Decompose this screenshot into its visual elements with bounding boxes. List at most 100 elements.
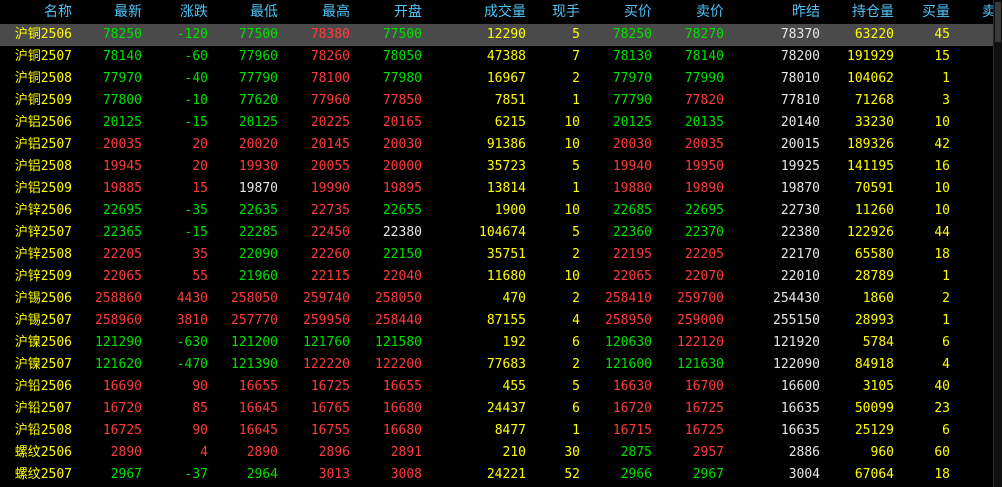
cell-high: 259740 — [303, 291, 350, 306]
cell-open-interest: 104062 — [847, 71, 894, 86]
cell-bid: 22065 — [612, 269, 652, 284]
quote-row[interactable]: 沪锌2509 22065 55 21960 22115 22040 11680 10 22065… — [0, 266, 1002, 288]
cell-high: 22735 — [310, 203, 350, 218]
cell-bid-volume: 1 — [942, 71, 950, 86]
quote-row[interactable]: 沪铝2508 19945 20 19930 20055 20000 35723 5 19940 1… — [0, 156, 1002, 178]
cell-bid: 19940 — [612, 159, 652, 174]
col-header-volume[interactable]: 成交量 — [426, 0, 530, 24]
quote-row[interactable]: 沪锌2508 22205 35 22090 22260 22150 35751 2 22195 2… — [0, 244, 1002, 266]
cell-bid: 2966 — [620, 467, 652, 482]
cell-low: 258050 — [231, 291, 278, 306]
cell-open-interest: 1860 — [862, 291, 894, 306]
quote-row[interactable]: 沪镍2507 121620 -470 121390 122220 122200 77683 2… — [0, 354, 1002, 376]
cell-current-hand: 5 — [572, 379, 580, 394]
cell-change: -40 — [184, 71, 208, 86]
cell-last: 22695 — [102, 203, 142, 218]
col-header-low[interactable]: 最低 — [212, 0, 282, 24]
cell-bid-volume: 4 — [942, 357, 950, 372]
cell-volume: 470 — [502, 291, 526, 306]
quote-row[interactable]: 螺纹2506 2890 4 2890 2896 2891 210 30 2875 2957 2886… — [0, 442, 1002, 464]
cell-last: 78250 — [102, 27, 142, 42]
cell-current-hand: 1 — [572, 93, 580, 108]
cell-last: 22365 — [102, 225, 142, 240]
quote-row[interactable]: 沪铝2506 20125 -15 20125 20225 20165 6215 10 20125… — [0, 112, 1002, 134]
col-header-change[interactable]: 涨跌 — [146, 0, 212, 24]
cell-prev-settle: 77810 — [780, 93, 820, 108]
quote-row[interactable]: 沪铅2506 16690 90 16655 16725 16655 455 5 16630 167… — [0, 376, 1002, 398]
cell-change: -15 — [184, 225, 208, 240]
cell-bid: 121600 — [605, 357, 652, 372]
cell-bid-volume: 6 — [942, 423, 950, 438]
cell-change: 35 — [192, 247, 208, 262]
quote-row[interactable]: 沪铜2508 77970 -40 77790 78100 77980 16967 2 77970… — [0, 68, 1002, 90]
cell-bid-volume: 18 — [934, 467, 950, 482]
cell-low: 77500 — [238, 27, 278, 42]
cell-current-hand: 52 — [564, 467, 580, 482]
cell-high: 259950 — [303, 313, 350, 328]
cell-low: 16645 — [238, 401, 278, 416]
cell-last: 19885 — [102, 181, 142, 196]
cell-change: 4 — [200, 445, 208, 460]
vertical-scrollbar[interactable] — [993, 0, 1002, 487]
cell-open: 3008 — [390, 467, 422, 482]
col-header-open-interest[interactable]: 持仓量 — [824, 0, 898, 24]
cell-open-interest: 65580 — [854, 247, 894, 262]
quote-row[interactable]: 螺纹2507 2967 -37 2964 3013 3008 24221 52 2966 2967… — [0, 464, 1002, 486]
cell-open: 20000 — [382, 159, 422, 174]
cell-name: 沪铝2506 — [14, 115, 72, 130]
quote-row[interactable]: 沪铅2507 16720 85 16645 16765 16680 24437 6 16720 1… — [0, 398, 1002, 420]
cell-open: 78050 — [382, 49, 422, 64]
col-header-bid-volume[interactable]: 买量 — [898, 0, 954, 24]
cell-open: 2891 — [390, 445, 422, 460]
quote-row[interactable]: 沪铝2507 20035 20 20020 20145 20030 91386 10 20030… — [0, 134, 1002, 156]
cell-open-interest: 84918 — [854, 357, 894, 372]
cell-volume: 35751 — [486, 247, 526, 262]
cell-open: 77850 — [382, 93, 422, 108]
cell-open-interest: 3105 — [862, 379, 894, 394]
cell-high: 22115 — [310, 269, 350, 284]
quote-row[interactable]: 沪铜2506 78250 -120 77500 78380 77500 12290 5 7825… — [0, 24, 1002, 46]
cell-prev-settle: 255150 — [773, 313, 820, 328]
col-header-prev-settle[interactable]: 昨结 — [728, 0, 824, 24]
cell-ask: 16725 — [684, 423, 724, 438]
quote-row[interactable]: 沪镍2506 121290 -630 121200 121760 121580 192 6 12… — [0, 332, 1002, 354]
quote-row[interactable]: 沪铅2508 16725 90 16645 16755 16680 8477 1 16715 16… — [0, 420, 1002, 442]
cell-ask: 20135 — [684, 115, 724, 130]
cell-bid: 16720 — [612, 401, 652, 416]
quote-row[interactable]: 沪锡2507 258960 3810 257770 259950 258440 87155 4… — [0, 310, 1002, 332]
cell-change: -15 — [184, 115, 208, 130]
cell-open: 258440 — [375, 313, 422, 328]
quote-row[interactable]: 沪铜2507 78140 -60 77960 78260 78050 47388 7 78130… — [0, 46, 1002, 68]
col-header-name[interactable]: 名称 — [0, 0, 76, 24]
cell-low: 22090 — [238, 247, 278, 262]
col-header-open[interactable]: 开盘 — [354, 0, 426, 24]
cell-volume: 87155 — [486, 313, 526, 328]
cell-high: 122220 — [303, 357, 350, 372]
cell-high: 121760 — [303, 335, 350, 350]
scrollbar-thumb[interactable] — [995, 2, 1001, 42]
cell-high: 20225 — [310, 115, 350, 130]
quote-row[interactable]: 沪锡2506 258860 4430 258050 259740 258050 470 2 25… — [0, 288, 1002, 310]
cell-high: 78100 — [310, 71, 350, 86]
quote-row[interactable]: 沪铝2509 19885 15 19870 19990 19895 13814 1 19880 1… — [0, 178, 1002, 200]
col-header-high[interactable]: 最高 — [282, 0, 354, 24]
cell-open: 20165 — [382, 115, 422, 130]
cell-bid-volume: 15 — [934, 49, 950, 64]
quote-row[interactable]: 沪锌2506 22695 -35 22635 22735 22655 1900 10 22685… — [0, 200, 1002, 222]
col-header-last[interactable]: 最新 — [76, 0, 146, 24]
cell-prev-settle: 78370 — [780, 27, 820, 42]
cell-open-interest: 50099 — [854, 401, 894, 416]
col-header-bid[interactable]: 买价 — [584, 0, 656, 24]
cell-name: 沪铜2506 — [14, 27, 72, 42]
cell-name: 沪铅2507 — [14, 401, 72, 416]
col-header-ask[interactable]: 卖价 — [656, 0, 728, 24]
cell-change: 20 — [192, 137, 208, 152]
col-header-current-hand[interactable]: 现手 — [530, 0, 584, 24]
quote-row[interactable]: 沪锌2507 22365 -15 22285 22450 22380 104674 5 2236… — [0, 222, 1002, 244]
cell-ask: 77820 — [684, 93, 724, 108]
quote-row[interactable]: 沪铜2509 77800 -10 77620 77960 77850 7851 1 77790 7… — [0, 90, 1002, 112]
cell-low: 20020 — [238, 137, 278, 152]
cell-high: 3013 — [318, 467, 350, 482]
cell-open-interest: 28789 — [854, 269, 894, 284]
cell-name: 沪镍2506 — [14, 335, 72, 350]
